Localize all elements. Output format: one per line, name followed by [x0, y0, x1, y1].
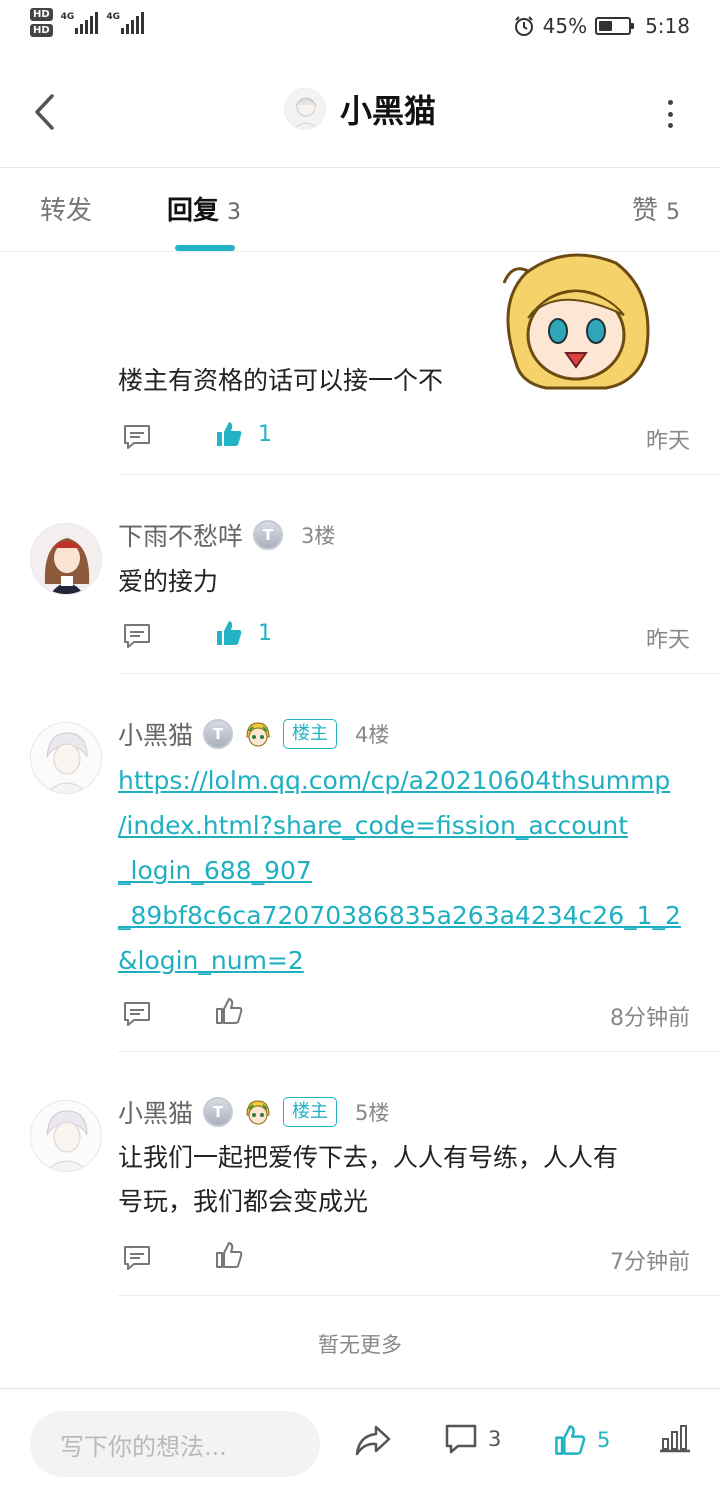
- level-badge: T: [253, 520, 284, 550]
- avatar[interactable]: [30, 1100, 102, 1172]
- username[interactable]: 小黑猫: [118, 716, 193, 752]
- comment-time: 7分钟前: [610, 1250, 690, 1275]
- tab-indicator: [175, 245, 235, 251]
- tab-bar: 转发 回复 3 赞 5: [0, 168, 720, 252]
- comment-text: 让我们一起把爱传下去，人人有号练，人人有 号玩，我们都会变成光: [118, 1143, 619, 1216]
- signal-1-icon: 4G: [61, 12, 99, 34]
- status-bar: HD HD 4G 4G 45% 5:18: [0, 0, 720, 60]
- floor-number: 4楼: [355, 723, 390, 747]
- tab-forward[interactable]: 转发: [40, 190, 92, 227]
- battery-icon: [595, 17, 635, 35]
- hd-badge-1: HD: [30, 8, 53, 21]
- like-count-button[interactable]: 5: [553, 1423, 610, 1457]
- owner-tag: 楼主: [283, 1097, 338, 1127]
- shared-link[interactable]: https://lolm.qq.com/cp/a20210604thsummp …: [118, 758, 698, 983]
- floor-number: 3楼: [301, 524, 336, 548]
- owner-tag: 楼主: [283, 719, 338, 749]
- comment-header: 小黑猫 T 楼主 4楼: [118, 716, 389, 752]
- comment-actions: 8分钟前: [118, 994, 690, 1034]
- reply-icon[interactable]: [122, 1000, 152, 1028]
- comment-actions: 7分钟前: [118, 1238, 690, 1278]
- comment-time: 昨天: [645, 628, 690, 653]
- like-button[interactable]: [214, 1240, 244, 1270]
- avatar[interactable]: [30, 722, 102, 794]
- thumbs-up-filled-icon: [217, 422, 242, 446]
- battery-percent: 45%: [542, 14, 588, 38]
- anime-girl-sticker: [502, 253, 650, 390]
- thumbs-up-outline-icon: [216, 998, 243, 1024]
- signal-2-icon: 4G: [106, 12, 144, 34]
- floor-number: 5楼: [355, 1101, 390, 1125]
- bar-chart-icon: [660, 1425, 690, 1453]
- tab-like[interactable]: 赞 5: [632, 190, 680, 227]
- status-right: 45% 5:18: [513, 14, 690, 38]
- fan-medal-icon: [246, 1100, 270, 1125]
- username[interactable]: 小黑猫: [118, 1094, 193, 1130]
- comment-time: 8分钟前: [610, 1006, 690, 1031]
- level-badge: T: [203, 1097, 234, 1127]
- comment-actions: 1 昨天: [118, 616, 690, 656]
- thumbs-up-icon: [555, 1425, 586, 1455]
- reply-list[interactable]: 楼主有资格的话可以接一个不 1 昨天 下雨不愁咩 T 3楼 爱的接力 1 昨天 …: [0, 253, 720, 1388]
- like-button[interactable]: 1: [214, 618, 272, 648]
- divider: [118, 474, 720, 475]
- top-app-bar: 小黑猫: [0, 60, 720, 168]
- avatar[interactable]: [30, 523, 102, 595]
- level-badge: T: [203, 719, 234, 749]
- username[interactable]: 下雨不愁咩: [118, 517, 243, 553]
- tab-reply[interactable]: 回复 3: [167, 190, 241, 227]
- alarm-icon: [514, 16, 533, 36]
- thumbs-up-filled-icon: [217, 621, 242, 645]
- comment-icon: [445, 1424, 477, 1454]
- bottom-action-bar: 写下你的想法... 3 5: [0, 1388, 720, 1496]
- divider: [118, 673, 720, 674]
- comment-actions: 1 昨天: [118, 417, 690, 457]
- comment-time: 昨天: [645, 429, 690, 454]
- like-button[interactable]: [214, 996, 244, 1026]
- comment-input[interactable]: 写下你的想法...: [30, 1411, 320, 1477]
- author-avatar[interactable]: [283, 88, 326, 130]
- comment-text: 爱的接力: [118, 567, 219, 596]
- clock: 5:18: [645, 14, 690, 38]
- fan-medal-icon: [246, 722, 270, 747]
- page-title: 小黑猫: [339, 92, 436, 130]
- comment-count-button[interactable]: 3: [444, 1423, 501, 1455]
- like-button[interactable]: 1: [214, 419, 272, 449]
- divider: [118, 1295, 720, 1296]
- reply-icon[interactable]: [122, 423, 152, 451]
- reply-icon[interactable]: [122, 1244, 152, 1272]
- more-options-button[interactable]: [660, 96, 680, 132]
- no-more-text: 暂无更多: [318, 1333, 402, 1357]
- stats-button[interactable]: [658, 1423, 692, 1453]
- share-button[interactable]: [354, 1423, 392, 1457]
- comment-header: 小黑猫 T 楼主 5楼: [118, 1094, 389, 1130]
- status-left: HD HD 4G 4G: [30, 8, 144, 37]
- share-icon: [355, 1425, 391, 1456]
- comment-text: 楼主有资格的话可以接一个不: [118, 366, 444, 395]
- reply-icon[interactable]: [122, 622, 152, 650]
- divider: [118, 1051, 720, 1052]
- hd-badge-2: HD: [30, 24, 53, 37]
- comment-header: 下雨不愁咩 T 3楼: [118, 517, 335, 553]
- thumbs-up-outline-icon: [216, 1242, 243, 1268]
